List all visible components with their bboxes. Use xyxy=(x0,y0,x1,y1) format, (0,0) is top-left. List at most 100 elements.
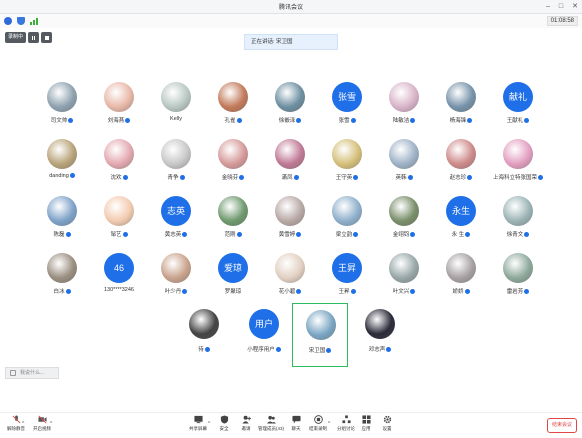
participant-tile[interactable]: 雷岩芳 xyxy=(488,251,548,307)
participant-tile[interactable]: 白冰 xyxy=(32,251,92,307)
recording-status[interactable]: 录制中 xyxy=(5,32,27,43)
recording-controls: 录制中 xyxy=(5,32,53,43)
participant-name: 邹艺 xyxy=(110,232,122,238)
pause-recording-button[interactable] xyxy=(28,32,40,43)
share-screen-icon xyxy=(193,415,203,424)
avatar xyxy=(218,82,248,112)
participant-tile[interactable]: 徐嵌泽 xyxy=(260,80,320,136)
participant-name: 金翊钧 xyxy=(392,232,410,238)
avatar: 用户 xyxy=(249,309,279,339)
video-options-caret[interactable]: ^ xyxy=(50,421,52,427)
avatar xyxy=(275,253,305,283)
meeting-status-bar: 01:08:58 xyxy=(0,14,582,28)
unmute-button[interactable]: 解除静音 xyxy=(2,415,30,437)
participant-name-row: 上海科立特张国荣 xyxy=(482,173,554,181)
participant-tile[interactable]: 徐青文 xyxy=(488,194,548,250)
participant-name: 英韩 xyxy=(395,175,407,181)
mic-icon xyxy=(65,289,71,294)
participant-tile[interactable]: 王守英 xyxy=(317,137,377,193)
participant-tile[interactable]: 刘海燕 xyxy=(89,80,149,136)
participant-name: 王献礼 xyxy=(506,118,524,124)
audio-options-caret[interactable]: ^ xyxy=(22,421,24,427)
close-icon[interactable]: ✕ xyxy=(572,2,578,11)
participant-tile[interactable]: 上海科立特张国荣 xyxy=(488,137,548,193)
signal-icon[interactable] xyxy=(30,17,38,25)
participant-tile[interactable]: 陆敏洁 xyxy=(374,80,434,136)
participant-name: 滿凤 xyxy=(281,175,293,181)
avatar xyxy=(275,82,305,112)
participant-tile[interactable]: 黄雪婷 xyxy=(260,194,320,250)
participant-tile[interactable]: 王昇 王昇 xyxy=(317,251,377,307)
mic-icon xyxy=(239,175,245,180)
stop-recording-button[interactable] xyxy=(41,32,53,43)
settings-button[interactable]: 设置 xyxy=(373,415,401,437)
participant-tile[interactable]: 赵志珍 xyxy=(431,137,491,193)
mic-icon xyxy=(296,289,302,294)
avatar xyxy=(47,82,77,112)
mic-muted-icon xyxy=(12,415,20,424)
avatar xyxy=(389,253,419,283)
mic-icon xyxy=(65,232,71,237)
participant-tile[interactable]: 待 xyxy=(176,303,232,361)
participant-tile[interactable]: 46 130****3246 xyxy=(89,251,149,307)
participant-tile[interactable]: 张雪 张雪 xyxy=(317,80,377,136)
participant-name: 金晓芬 xyxy=(221,175,239,181)
participant-tile[interactable]: 滿凤 xyxy=(260,137,320,193)
avatar xyxy=(389,82,419,112)
avatar-initials: 献礼 xyxy=(508,92,527,102)
participant-name: 黄雪婷 xyxy=(278,232,296,238)
participant-tile[interactable]: 英韩 xyxy=(374,137,434,193)
minimize-icon[interactable]: – xyxy=(546,2,550,11)
participant-tile[interactable]: 用户 小程序用户 xyxy=(236,303,292,361)
participant-tile[interactable]: 娇娇 xyxy=(431,251,491,307)
mic-icon xyxy=(353,175,359,180)
participant-tile[interactable]: 金晓芬 xyxy=(203,137,263,193)
participant-tile[interactable]: 梁立韵 xyxy=(317,194,377,250)
participant-tile[interactable]: 献礼 王献礼 xyxy=(488,80,548,136)
avatar xyxy=(161,253,191,283)
participant-tile[interactable]: 司文帅 xyxy=(32,80,92,136)
avatar: 46 xyxy=(104,253,134,283)
maximize-icon[interactable]: □ xyxy=(559,2,563,11)
record-options-caret[interactable]: ^ xyxy=(328,421,330,427)
participant-tile[interactable]: 孔雀 xyxy=(203,80,263,136)
participant-name: 杨海锋 xyxy=(449,118,467,124)
window-title: 腾讯会议 xyxy=(278,5,303,11)
avatar xyxy=(332,196,362,226)
participant-tile[interactable]: 青争 xyxy=(146,137,206,193)
avatar xyxy=(389,196,419,226)
end-meeting-button[interactable]: 结束会议 xyxy=(547,418,577,433)
participant-name: 王昇 xyxy=(338,289,350,295)
participant-tile[interactable]: Kelly xyxy=(146,80,206,136)
participant-tile[interactable]: 金翊钧 xyxy=(374,194,434,250)
participant-tile[interactable]: 花小碧 xyxy=(260,251,320,307)
participant-name: 陆敏洁 xyxy=(392,118,410,124)
participant-name-row: 徐青文 xyxy=(482,230,554,238)
participant-name: 永 生 xyxy=(451,232,465,238)
participant-name: 刘海燕 xyxy=(107,118,125,124)
shield-icon[interactable] xyxy=(17,17,25,25)
mic-icon xyxy=(524,232,530,237)
participant-tile[interactable]: 叶文兴 xyxy=(374,251,434,307)
participant-tile[interactable]: 志英 黄志英 xyxy=(146,194,206,250)
participant-tile[interactable]: 爱琼 罗聚琼 xyxy=(203,251,263,307)
mic-icon xyxy=(275,347,281,352)
participant-tile[interactable]: 邹艺 xyxy=(89,194,149,250)
info-icon[interactable] xyxy=(4,17,12,25)
participant-tile[interactable]: 永生永 生 xyxy=(431,194,491,250)
participant-tile[interactable]: 范刚 xyxy=(203,194,263,250)
participant-tile[interactable]: 叶少丹 xyxy=(146,251,206,307)
participant-tile[interactable]: 杨海锋 xyxy=(431,80,491,136)
participant-tile[interactable]: 邓志声 xyxy=(352,303,408,361)
avatar: 献礼 xyxy=(503,82,533,112)
chat-bubble-icon xyxy=(291,415,301,424)
chat-input-preview[interactable]: 我说什么... xyxy=(5,367,59,379)
participant-tile[interactable]: 沈欢 xyxy=(89,137,149,193)
participant-name-row: 王献礼 xyxy=(482,116,554,124)
participant-name: 梁立韵 xyxy=(335,232,353,238)
participant-tile[interactable]: danding xyxy=(32,137,92,193)
mic-icon xyxy=(122,232,128,237)
participant-tile[interactable]: 陈磊 xyxy=(32,194,92,250)
participant-tile[interactable]: 宋卫国 xyxy=(292,303,348,367)
avatar: 志英 xyxy=(161,196,191,226)
